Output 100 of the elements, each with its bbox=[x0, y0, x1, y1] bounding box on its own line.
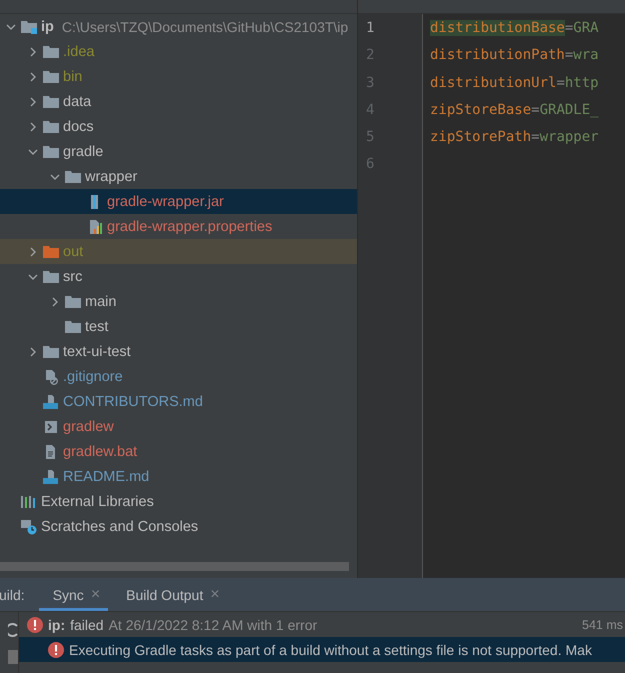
equals-sign: = bbox=[564, 47, 574, 64]
tree-item[interactable]: test bbox=[0, 314, 357, 339]
folder-icon bbox=[64, 168, 82, 184]
equals-sign: = bbox=[531, 102, 540, 118]
property-key: zipStoreBase bbox=[430, 102, 532, 118]
item-label: docs bbox=[63, 118, 94, 134]
folder-icon bbox=[42, 144, 60, 160]
module-path: C:\Users\TZQ\Documents\GitHub\CS2103T\ip bbox=[62, 18, 348, 34]
tree-item[interactable]: src bbox=[0, 264, 357, 289]
item-label: Scratches and Consoles bbox=[41, 518, 198, 534]
module-folder-icon bbox=[20, 18, 38, 34]
task-detail: At 26/1/2022 8:12 AM with 1 error bbox=[108, 616, 318, 632]
task-name: ip: bbox=[48, 616, 66, 632]
tree-item[interactable]: ip C:\Users\TZQ\Documents\GitHub\CS2103T\ip bbox=[0, 14, 357, 39]
item-label: test bbox=[85, 318, 108, 334]
chevron-icon[interactable] bbox=[6, 22, 16, 32]
item-label: src bbox=[63, 268, 82, 284]
tree-item[interactable]: wrapper bbox=[0, 164, 357, 189]
item-label: CONTRIBUTORS.md bbox=[63, 394, 203, 410]
chevron-icon[interactable] bbox=[28, 246, 38, 256]
property-key: distributionUrl bbox=[430, 74, 556, 91]
equals-sign: = bbox=[531, 129, 540, 146]
item-label: wrapper bbox=[85, 168, 138, 184]
equals-sign: = bbox=[556, 74, 565, 91]
error-icon bbox=[27, 616, 43, 632]
build-row[interactable]: ip: failed At 26/1/2022 8:12 AM with 1 error 541 ms bbox=[19, 612, 625, 637]
panel-title: uild: bbox=[0, 586, 25, 602]
scrollbar[interactable] bbox=[0, 562, 349, 571]
tab[interactable]: Build Output × bbox=[112, 578, 228, 611]
duration: 541 ms bbox=[582, 618, 624, 632]
task-status: failed bbox=[70, 616, 104, 632]
equals-sign: = bbox=[564, 20, 574, 36]
tree-item[interactable]: docs bbox=[0, 114, 357, 139]
tree-item[interactable]: gradlew.bat bbox=[0, 439, 357, 464]
chevron-icon[interactable] bbox=[28, 346, 38, 356]
tree-item[interactable]: CONTRIBUTORS.md bbox=[0, 389, 357, 414]
tree-item[interactable]: gradle-wrapper.jar bbox=[0, 189, 357, 214]
tree-item[interactable]: External Libraries bbox=[0, 489, 357, 514]
folder-icon bbox=[64, 294, 82, 310]
build-row[interactable]: Executing Gradle tasks as part of a build without a settings file is not supported. Mak bbox=[19, 637, 625, 662]
item-label: main bbox=[85, 294, 116, 310]
property-value: wra bbox=[573, 47, 599, 64]
chevron-icon[interactable] bbox=[28, 96, 38, 106]
tree-item[interactable]: Scratches and Consoles bbox=[0, 514, 357, 539]
property-value: http bbox=[564, 74, 599, 91]
markdown-file-icon bbox=[42, 468, 60, 484]
chevron-icon[interactable] bbox=[28, 72, 38, 82]
tree-item[interactable]: README.md bbox=[0, 464, 357, 489]
folder-icon bbox=[42, 118, 60, 134]
chevron-icon[interactable] bbox=[50, 172, 60, 182]
error-message: Executing Gradle tasks as part of a build without a settings file is not supported. Mak bbox=[69, 642, 592, 658]
property-key: distributionBase bbox=[430, 20, 565, 36]
refresh-icon[interactable] bbox=[8, 622, 18, 638]
markdown-file-icon bbox=[42, 394, 60, 410]
property-value: GRADLE_ bbox=[540, 102, 599, 118]
line-number: 1 bbox=[365, 19, 376, 38]
item-label: gradlew.bat bbox=[63, 444, 138, 460]
item-label: .gitignore bbox=[63, 368, 123, 384]
chevron-icon[interactable] bbox=[28, 46, 38, 56]
chevron-icon[interactable] bbox=[28, 122, 38, 132]
item-label: out bbox=[63, 244, 84, 260]
tree-item[interactable]: gradle bbox=[0, 139, 357, 164]
item-label: README.md bbox=[63, 468, 150, 484]
folder-icon bbox=[42, 244, 60, 260]
folder-icon bbox=[42, 68, 60, 84]
folder-icon bbox=[42, 268, 60, 284]
terminal-icon bbox=[42, 418, 60, 434]
tree-item[interactable]: data bbox=[0, 89, 357, 114]
chevron-icon[interactable] bbox=[28, 146, 38, 156]
chevron-icon[interactable] bbox=[28, 272, 38, 282]
item-label: .idea bbox=[63, 44, 94, 60]
tree-item[interactable]: .gitignore bbox=[0, 364, 357, 389]
tree-item[interactable]: bin bbox=[0, 64, 357, 89]
tree-item[interactable]: gradle-wrapper.properties bbox=[0, 214, 357, 239]
item-label: External Libraries bbox=[41, 494, 154, 510]
folder-icon bbox=[42, 94, 60, 110]
tree-item[interactable]: .idea bbox=[0, 39, 357, 64]
error-icon bbox=[48, 642, 64, 658]
tree-item[interactable]: main bbox=[0, 289, 357, 314]
item-label: bin bbox=[63, 68, 82, 84]
item-label: gradle-wrapper.jar bbox=[107, 194, 224, 210]
chevron-icon[interactable] bbox=[50, 296, 60, 306]
property-value: wrapper bbox=[540, 129, 599, 146]
folder-icon bbox=[42, 344, 60, 360]
property-key: zipStorePath bbox=[430, 129, 532, 146]
property-key: distributionPath bbox=[430, 47, 565, 64]
item-label: text-ui-test bbox=[63, 344, 131, 360]
tree-item[interactable]: gradlew bbox=[0, 414, 357, 439]
item-label: gradle bbox=[63, 144, 104, 160]
property-value: GRA bbox=[573, 20, 599, 36]
libraries-icon bbox=[20, 494, 38, 510]
item-label: gradle-wrapper.properties bbox=[107, 218, 272, 234]
folder-icon bbox=[42, 44, 60, 60]
module-name: ip bbox=[41, 18, 54, 34]
item-label: gradlew bbox=[63, 418, 114, 434]
folder-icon bbox=[64, 318, 82, 334]
tree-item[interactable]: text-ui-test bbox=[0, 339, 357, 364]
scratches-icon bbox=[20, 518, 38, 534]
item-label: data bbox=[63, 94, 92, 110]
tab[interactable]: Sync × bbox=[38, 578, 108, 611]
